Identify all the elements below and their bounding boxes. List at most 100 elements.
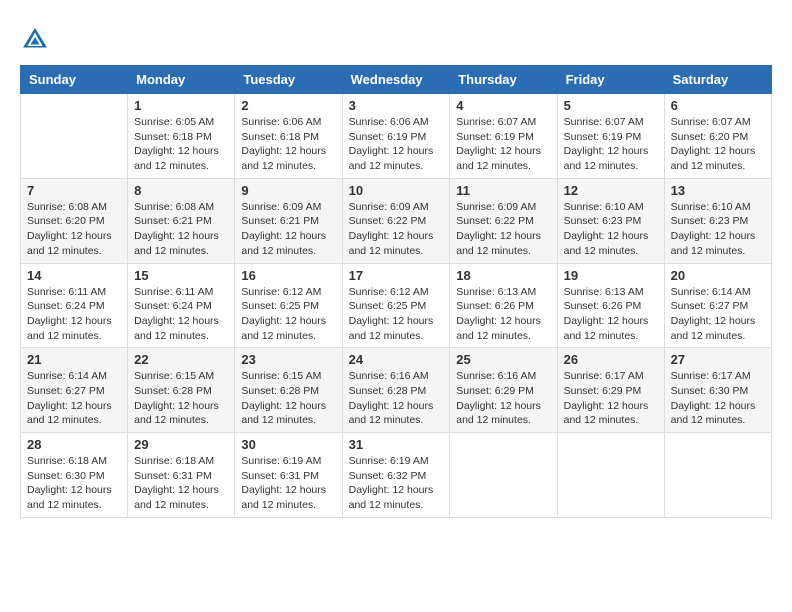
day-info: Sunrise: 6:12 AMSunset: 6:25 PMDaylight:… bbox=[241, 285, 335, 344]
calendar-header: SundayMondayTuesdayWednesdayThursdayFrid… bbox=[21, 66, 772, 94]
calendar-cell: 26 Sunrise: 6:17 AMSunset: 6:29 PMDayligh… bbox=[557, 348, 664, 433]
calendar-body: 1Sunrise: 6:05 AMSunset: 6:18 PMDaylight… bbox=[21, 94, 772, 518]
calendar-cell: 14 Sunrise: 6:11 AMSunset: 6:24 PMDayligh… bbox=[21, 263, 128, 348]
day-info: Sunrise: 6:09 AMSunset: 6:22 PMDaylight:… bbox=[456, 200, 550, 259]
day-number: 27 bbox=[671, 352, 765, 367]
calendar-cell: 10 Sunrise: 6:09 AMSunset: 6:22 PMDayligh… bbox=[342, 178, 450, 263]
calendar-cell: 1Sunrise: 6:05 AMSunset: 6:18 PMDaylight… bbox=[128, 94, 235, 179]
calendar-cell: 22 Sunrise: 6:15 AMSunset: 6:28 PMDayligh… bbox=[128, 348, 235, 433]
day-info: Sunrise: 6:10 AMSunset: 6:23 PMDaylight:… bbox=[564, 200, 658, 259]
day-number: 10 bbox=[349, 183, 444, 198]
column-header-sunday: Sunday bbox=[21, 66, 128, 94]
day-info: Sunrise: 6:09 AMSunset: 6:22 PMDaylight:… bbox=[349, 200, 444, 259]
calendar-cell: 20 Sunrise: 6:14 AMSunset: 6:27 PMDayligh… bbox=[664, 263, 771, 348]
day-info: Sunrise: 6:17 AMSunset: 6:29 PMDaylight:… bbox=[564, 369, 658, 428]
calendar-cell: 31Sunrise: 6:19 AMSunset: 6:32 PMDayligh… bbox=[342, 433, 450, 518]
calendar-cell: 24 Sunrise: 6:16 AMSunset: 6:28 PMDayligh… bbox=[342, 348, 450, 433]
logo-icon bbox=[20, 25, 50, 55]
calendar-cell: 27 Sunrise: 6:17 AMSunset: 6:30 PMDayligh… bbox=[664, 348, 771, 433]
day-info: Sunrise: 6:07 AMSunset: 6:19 PMDaylight:… bbox=[564, 115, 658, 174]
day-number: 16 bbox=[241, 268, 335, 283]
day-number: 18 bbox=[456, 268, 550, 283]
day-info: Sunrise: 6:17 AMSunset: 6:30 PMDaylight:… bbox=[671, 369, 765, 428]
calendar-cell: 5 Sunrise: 6:07 AMSunset: 6:19 PMDaylight… bbox=[557, 94, 664, 179]
calendar-cell: 21Sunrise: 6:14 AMSunset: 6:27 PMDayligh… bbox=[21, 348, 128, 433]
calendar-cell: 11Sunrise: 6:09 AMSunset: 6:22 PMDayligh… bbox=[450, 178, 557, 263]
day-number: 22 bbox=[134, 352, 228, 367]
day-info: Sunrise: 6:08 AMSunset: 6:21 PMDaylight:… bbox=[134, 200, 228, 259]
day-info: Sunrise: 6:10 AMSunset: 6:23 PMDaylight:… bbox=[671, 200, 765, 259]
calendar-cell: 29 Sunrise: 6:18 AMSunset: 6:31 PMDayligh… bbox=[128, 433, 235, 518]
day-number: 17 bbox=[349, 268, 444, 283]
day-info: Sunrise: 6:11 AMSunset: 6:24 PMDaylight:… bbox=[27, 285, 121, 344]
calendar-cell: 19Sunrise: 6:13 AMSunset: 6:26 PMDayligh… bbox=[557, 263, 664, 348]
calendar-cell: 28Sunrise: 6:18 AMSunset: 6:30 PMDayligh… bbox=[21, 433, 128, 518]
calendar-cell bbox=[450, 433, 557, 518]
column-header-thursday: Thursday bbox=[450, 66, 557, 94]
day-number: 29 bbox=[134, 437, 228, 452]
day-number: 25 bbox=[456, 352, 550, 367]
day-info: Sunrise: 6:14 AMSunset: 6:27 PMDaylight:… bbox=[671, 285, 765, 344]
logo bbox=[20, 25, 52, 55]
calendar-cell: 2 Sunrise: 6:06 AMSunset: 6:18 PMDaylight… bbox=[235, 94, 342, 179]
week-row-1: 1Sunrise: 6:05 AMSunset: 6:18 PMDaylight… bbox=[21, 94, 772, 179]
calendar-cell: 30 Sunrise: 6:19 AMSunset: 6:31 PMDayligh… bbox=[235, 433, 342, 518]
day-number: 9 bbox=[241, 183, 335, 198]
day-number: 8 bbox=[134, 183, 228, 198]
day-number: 23 bbox=[241, 352, 335, 367]
day-number: 13 bbox=[671, 183, 765, 198]
day-number: 6 bbox=[671, 98, 765, 113]
day-info: Sunrise: 6:14 AMSunset: 6:27 PMDaylight:… bbox=[27, 369, 121, 428]
column-header-friday: Friday bbox=[557, 66, 664, 94]
week-row-3: 14 Sunrise: 6:11 AMSunset: 6:24 PMDayligh… bbox=[21, 263, 772, 348]
calendar-cell: 3Sunrise: 6:06 AMSunset: 6:19 PMDaylight… bbox=[342, 94, 450, 179]
calendar-cell: 6 Sunrise: 6:07 AMSunset: 6:20 PMDaylight… bbox=[664, 94, 771, 179]
day-number: 19 bbox=[564, 268, 658, 283]
calendar-cell: 7 Sunrise: 6:08 AMSunset: 6:20 PMDaylight… bbox=[21, 178, 128, 263]
calendar-cell: 17 Sunrise: 6:12 AMSunset: 6:25 PMDayligh… bbox=[342, 263, 450, 348]
day-number: 2 bbox=[241, 98, 335, 113]
day-number: 24 bbox=[349, 352, 444, 367]
day-info: Sunrise: 6:19 AMSunset: 6:31 PMDaylight:… bbox=[241, 454, 335, 513]
day-number: 31 bbox=[349, 437, 444, 452]
day-info: Sunrise: 6:12 AMSunset: 6:25 PMDaylight:… bbox=[349, 285, 444, 344]
day-number: 12 bbox=[564, 183, 658, 198]
day-number: 15 bbox=[134, 268, 228, 283]
day-info: Sunrise: 6:09 AMSunset: 6:21 PMDaylight:… bbox=[241, 200, 335, 259]
day-info: Sunrise: 6:06 AMSunset: 6:18 PMDaylight:… bbox=[241, 115, 335, 174]
day-info: Sunrise: 6:07 AMSunset: 6:20 PMDaylight:… bbox=[671, 115, 765, 174]
calendar-cell bbox=[557, 433, 664, 518]
day-info: Sunrise: 6:18 AMSunset: 6:30 PMDaylight:… bbox=[27, 454, 121, 513]
page-header bbox=[20, 20, 772, 55]
day-number: 4 bbox=[456, 98, 550, 113]
day-info: Sunrise: 6:15 AMSunset: 6:28 PMDaylight:… bbox=[241, 369, 335, 428]
day-info: Sunrise: 6:07 AMSunset: 6:19 PMDaylight:… bbox=[456, 115, 550, 174]
week-row-5: 28Sunrise: 6:18 AMSunset: 6:30 PMDayligh… bbox=[21, 433, 772, 518]
calendar-cell: 4 Sunrise: 6:07 AMSunset: 6:19 PMDaylight… bbox=[450, 94, 557, 179]
day-info: Sunrise: 6:06 AMSunset: 6:19 PMDaylight:… bbox=[349, 115, 444, 174]
day-number: 30 bbox=[241, 437, 335, 452]
calendar-cell: 15 Sunrise: 6:11 AMSunset: 6:24 PMDayligh… bbox=[128, 263, 235, 348]
day-info: Sunrise: 6:15 AMSunset: 6:28 PMDaylight:… bbox=[134, 369, 228, 428]
day-info: Sunrise: 6:18 AMSunset: 6:31 PMDaylight:… bbox=[134, 454, 228, 513]
day-number: 1 bbox=[134, 98, 228, 113]
day-info: Sunrise: 6:16 AMSunset: 6:29 PMDaylight:… bbox=[456, 369, 550, 428]
week-row-2: 7 Sunrise: 6:08 AMSunset: 6:20 PMDaylight… bbox=[21, 178, 772, 263]
day-number: 5 bbox=[564, 98, 658, 113]
column-header-wednesday: Wednesday bbox=[342, 66, 450, 94]
column-header-monday: Monday bbox=[128, 66, 235, 94]
calendar-table: SundayMondayTuesdayWednesdayThursdayFrid… bbox=[20, 65, 772, 518]
day-info: Sunrise: 6:16 AMSunset: 6:28 PMDaylight:… bbox=[349, 369, 444, 428]
day-info: Sunrise: 6:11 AMSunset: 6:24 PMDaylight:… bbox=[134, 285, 228, 344]
day-info: Sunrise: 6:08 AMSunset: 6:20 PMDaylight:… bbox=[27, 200, 121, 259]
day-number: 7 bbox=[27, 183, 121, 198]
day-number: 26 bbox=[564, 352, 658, 367]
calendar-cell: 23 Sunrise: 6:15 AMSunset: 6:28 PMDayligh… bbox=[235, 348, 342, 433]
day-info: Sunrise: 6:13 AMSunset: 6:26 PMDaylight:… bbox=[456, 285, 550, 344]
header-row: SundayMondayTuesdayWednesdayThursdayFrid… bbox=[21, 66, 772, 94]
day-number: 20 bbox=[671, 268, 765, 283]
column-header-saturday: Saturday bbox=[664, 66, 771, 94]
day-number: 14 bbox=[27, 268, 121, 283]
column-header-tuesday: Tuesday bbox=[235, 66, 342, 94]
calendar-cell bbox=[664, 433, 771, 518]
